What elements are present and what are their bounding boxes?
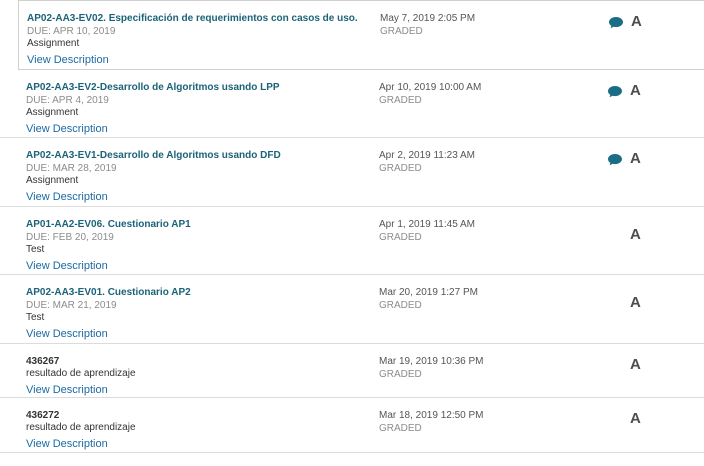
grade-row[interactable]: AP01-AA2-EV06. Cuestionario AP1 DUE: FEB… [0, 207, 704, 275]
item-type: Assignment [26, 175, 79, 186]
due-date: DUE: MAR 21, 2019 [26, 300, 117, 311]
submitted-date: Apr 2, 2019 11:23 AM [379, 150, 475, 161]
grade-row[interactable]: AP02-AA3-EV01. Cuestionario AP2 DUE: MAR… [0, 275, 704, 344]
item-subtitle: resultado de aprendizaje [26, 422, 136, 433]
item-id: 436267 [26, 356, 60, 367]
grade-value: A [630, 226, 641, 243]
due-date: DUE: APR 10, 2019 [27, 26, 116, 37]
view-description-link[interactable]: View Description [26, 259, 108, 273]
assignment-title-link[interactable]: AP02-AA3-EV1-Desarrollo de Algoritmos us… [26, 149, 704, 162]
grades-list: AP02-AA3-EV02. Especificación de requeri… [0, 0, 704, 453]
status-label: GRADED [379, 232, 422, 243]
grade-value: A [630, 150, 641, 167]
item-type: Assignment [27, 38, 80, 49]
item-type: Assignment [26, 107, 79, 118]
status-label: GRADED [380, 26, 423, 37]
submitted-date: Mar 19, 2019 10:36 PM [379, 356, 484, 367]
submitted-date: Apr 10, 2019 10:00 AM [379, 82, 482, 93]
grade-row[interactable]: AP02-AA3-EV2-Desarrollo de Algoritmos us… [0, 70, 704, 138]
view-description-link[interactable]: View Description [26, 190, 108, 204]
item-subtitle: resultado de aprendizaje [26, 368, 136, 379]
status-label: GRADED [379, 300, 422, 311]
grade-row[interactable]: 436267 resultado de aprendizaje View Des… [0, 344, 704, 398]
grade-row[interactable]: 436272 resultado de aprendizaje View Des… [0, 398, 704, 453]
status-label: GRADED [379, 95, 422, 106]
due-date: DUE: FEB 20, 2019 [26, 232, 114, 243]
due-date: DUE: MAR 28, 2019 [26, 163, 117, 174]
speech-bubble-icon[interactable] [607, 85, 623, 98]
assignment-title-link[interactable]: AP02-AA3-EV01. Cuestionario AP2 [26, 286, 704, 299]
status-label: GRADED [379, 369, 422, 380]
status-label: GRADED [379, 163, 422, 174]
submitted-date: Mar 20, 2019 1:27 PM [379, 287, 478, 298]
item-type: Test [26, 244, 45, 255]
view-description-link[interactable]: View Description [26, 437, 108, 451]
assignment-title-link[interactable]: AP02-AA3-EV02. Especificación de requeri… [27, 12, 704, 25]
grade-value: A [630, 294, 641, 311]
grade-value: A [630, 356, 641, 373]
grade-value: A [631, 13, 642, 30]
assignment-title-link[interactable]: AP01-AA2-EV06. Cuestionario AP1 [26, 218, 704, 231]
speech-bubble-icon[interactable] [607, 153, 623, 166]
submitted-date: Mar 18, 2019 12:50 PM [379, 410, 484, 421]
submitted-date: May 7, 2019 2:05 PM [380, 13, 476, 24]
assignment-title-link[interactable]: AP02-AA3-EV2-Desarrollo de Algoritmos us… [26, 81, 704, 94]
view-description-link[interactable]: View Description [26, 383, 108, 397]
submitted-date: Apr 1, 2019 11:45 AM [379, 219, 475, 230]
status-label: GRADED [379, 423, 422, 434]
speech-bubble-icon[interactable] [608, 16, 624, 29]
due-date: DUE: APR 4, 2019 [26, 95, 109, 106]
view-description-link[interactable]: View Description [27, 53, 109, 67]
grade-value: A [630, 410, 641, 427]
item-id: 436272 [26, 410, 60, 421]
view-description-link[interactable]: View Description [26, 122, 108, 136]
grade-row[interactable]: AP02-AA3-EV1-Desarrollo de Algoritmos us… [0, 138, 704, 207]
view-description-link[interactable]: View Description [26, 327, 108, 341]
item-type: Test [26, 312, 45, 323]
grade-value: A [630, 82, 641, 99]
grade-row[interactable]: AP02-AA3-EV02. Especificación de requeri… [18, 0, 704, 70]
